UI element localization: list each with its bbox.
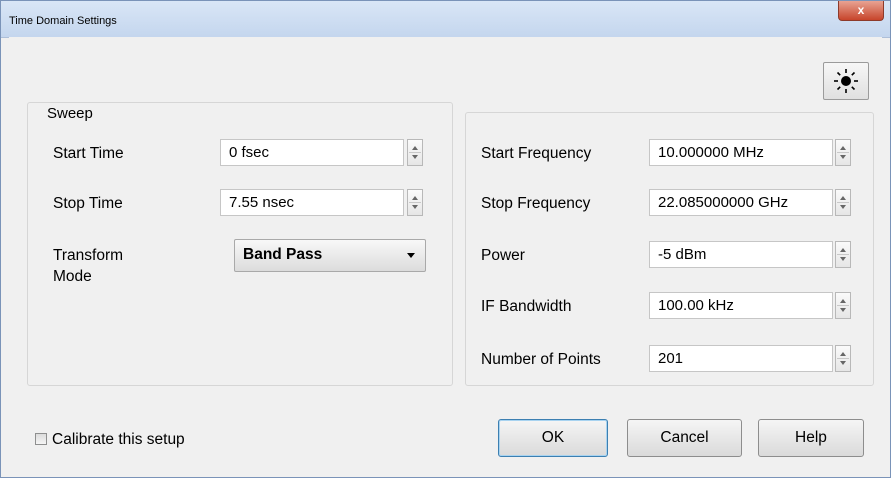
sun-icon — [834, 69, 858, 93]
number-of-points-input[interactable]: 201 — [649, 345, 833, 372]
number-of-points-spinner[interactable] — [835, 345, 851, 372]
stop-frequency-input[interactable]: 22.085000000 GHz — [649, 189, 833, 216]
stop-frequency-spinner[interactable] — [835, 189, 851, 216]
if-bandwidth-label: IF Bandwidth — [481, 298, 572, 315]
power-spinner[interactable] — [835, 241, 851, 268]
power-input[interactable]: -5 dBm — [649, 241, 833, 268]
transform-mode-value: Band Pass — [243, 246, 323, 263]
title-bar[interactable]: Time Domain Settings x — [1, 1, 890, 38]
start-time-label: Start Time — [53, 145, 124, 162]
power-label: Power — [481, 247, 525, 264]
cancel-button[interactable]: Cancel — [627, 419, 742, 457]
stop-time-spinner[interactable] — [407, 189, 423, 216]
dialog-body: Sweep Start Time 0 fsec Stop Time 7.55 n… — [9, 37, 882, 471]
start-frequency-label: Start Frequency — [481, 145, 592, 162]
number-of-points-label: Number of Points — [481, 351, 601, 368]
start-time-spinner[interactable] — [407, 139, 423, 166]
brightness-button[interactable] — [823, 62, 869, 100]
help-button[interactable]: Help — [758, 419, 864, 457]
if-bandwidth-spinner[interactable] — [835, 292, 851, 319]
close-button[interactable]: x — [838, 1, 884, 21]
dialog-window: Time Domain Settings x Sweep Start Time … — [0, 0, 891, 478]
if-bandwidth-input[interactable]: 100.00 kHz — [649, 292, 833, 319]
window-title: Time Domain Settings — [9, 15, 117, 27]
stop-time-input[interactable]: 7.55 nsec — [220, 189, 404, 216]
sweep-group-title: Sweep — [44, 105, 96, 122]
calibrate-checkbox[interactable] — [35, 433, 47, 445]
stop-frequency-label: Stop Frequency — [481, 195, 591, 212]
ok-button[interactable]: OK — [498, 419, 608, 457]
start-time-input[interactable]: 0 fsec — [220, 139, 404, 166]
start-frequency-spinner[interactable] — [835, 139, 851, 166]
start-frequency-input[interactable]: 10.000000 MHz — [649, 139, 833, 166]
stop-time-label: Stop Time — [53, 195, 123, 212]
transform-mode-label-line2: Mode — [53, 268, 92, 285]
transform-mode-label-line1: Transform — [53, 247, 124, 264]
transform-mode-select[interactable]: Band Pass — [234, 239, 426, 272]
calibrate-label[interactable]: Calibrate this setup — [52, 429, 185, 450]
chevron-down-icon — [407, 253, 415, 258]
